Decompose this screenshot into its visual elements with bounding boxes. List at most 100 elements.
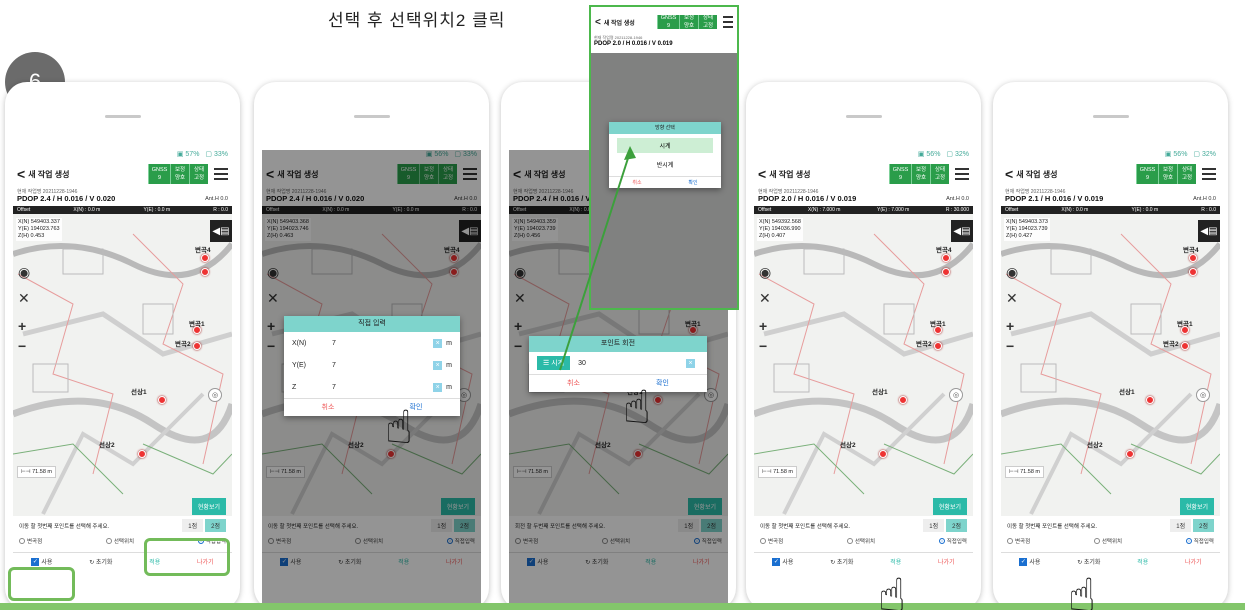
zoom-out-icon[interactable]: − xyxy=(18,338,26,354)
menu-icon[interactable] xyxy=(214,165,228,183)
zoom-in-icon[interactable]: + xyxy=(759,318,767,334)
direction-select[interactable]: ☰ 시계 xyxy=(537,356,571,370)
map-pin[interactable] xyxy=(193,342,201,350)
zoom-out-icon[interactable]: − xyxy=(759,338,767,354)
exit-button[interactable]: 나가기 xyxy=(1185,557,1202,566)
clear-icon[interactable]: × xyxy=(433,338,443,348)
fullscreen-icon[interactable]: ✕ xyxy=(267,290,279,307)
radio-option[interactable]: 선택위치 xyxy=(105,537,134,545)
zoom-in-icon[interactable]: + xyxy=(1006,318,1014,334)
view-status-button[interactable]: 현황보기 xyxy=(191,498,226,515)
exit-button[interactable]: 나가기 xyxy=(938,557,955,566)
layer-panel-button[interactable]: ◀▤ xyxy=(1198,220,1220,242)
locate-icon[interactable]: ◉ xyxy=(514,264,526,281)
view-status-button[interactable]: 현황보기 xyxy=(932,498,967,515)
apply-button[interactable]: 적용 xyxy=(1137,557,1148,566)
view-status-button[interactable]: 현황보기 xyxy=(1179,498,1214,515)
back-icon[interactable]: < xyxy=(17,166,25,182)
radio-option[interactable]: 선택위치 xyxy=(1093,537,1122,545)
reset-button[interactable]: ↻ 초기화 xyxy=(585,557,608,566)
view-status-button[interactable]: 현황보기 xyxy=(440,498,475,515)
tab-point-1[interactable]: 1점 xyxy=(1170,519,1192,532)
tab-point-2[interactable]: 2점 xyxy=(1193,519,1214,532)
compass-icon[interactable]: ◎ xyxy=(1196,388,1210,402)
direction-option-counter[interactable]: 반시계 xyxy=(617,157,713,172)
reset-button[interactable]: ↻ 초기화 xyxy=(338,557,361,566)
tab-point-1[interactable]: 1점 xyxy=(182,519,204,532)
compass-icon[interactable]: ◎ xyxy=(949,388,963,402)
compass-icon[interactable]: ◎ xyxy=(208,388,222,402)
map-pin[interactable] xyxy=(1126,450,1134,458)
use-checkbox[interactable]: ✓ 사용 xyxy=(527,557,548,567)
tab-point-1[interactable]: 1점 xyxy=(431,519,453,532)
menu-icon[interactable] xyxy=(955,165,969,183)
locate-icon[interactable]: ◉ xyxy=(1006,264,1018,281)
coord-input-row[interactable]: Z 7 × m xyxy=(284,376,460,398)
fullscreen-icon[interactable]: ✕ xyxy=(18,290,30,307)
back-icon[interactable]: < xyxy=(266,166,274,182)
map-pin[interactable] xyxy=(942,254,950,262)
locate-icon[interactable]: ◉ xyxy=(759,264,771,281)
map-pin[interactable] xyxy=(158,396,166,404)
ok-button[interactable]: 확인 xyxy=(665,177,721,188)
map-pin[interactable] xyxy=(634,450,642,458)
layer-panel-button[interactable]: ◀▤ xyxy=(951,220,973,242)
layer-panel-button[interactable]: ◀▤ xyxy=(210,220,232,242)
cancel-button[interactable]: 취소 xyxy=(609,177,665,188)
tab-point-2[interactable]: 2점 xyxy=(946,519,967,532)
apply-button[interactable]: 적용 xyxy=(645,557,656,566)
view-status-button[interactable]: 현황보기 xyxy=(687,498,722,515)
tab-point-2[interactable]: 2점 xyxy=(454,519,475,532)
coord-input-row[interactable]: Y(E) 7 × m xyxy=(284,354,460,376)
radio-option[interactable]: 직접입력 xyxy=(693,537,722,545)
map-pin[interactable] xyxy=(201,268,209,276)
radio-option[interactable]: 변곡점 xyxy=(515,537,538,545)
fullscreen-icon[interactable]: ✕ xyxy=(514,290,526,307)
map-pin[interactable] xyxy=(934,342,942,350)
zoom-in-icon[interactable]: + xyxy=(514,318,522,334)
radio-option[interactable]: 선택위치 xyxy=(354,537,383,545)
radio-option[interactable]: 선택위치 xyxy=(601,537,630,545)
reset-button[interactable]: ↻ 초기화 xyxy=(89,557,112,566)
tab-point-2[interactable]: 2점 xyxy=(205,519,226,532)
map-pin[interactable] xyxy=(1189,268,1197,276)
layer-panel-button[interactable]: ◀▤ xyxy=(459,220,481,242)
map-pin[interactable] xyxy=(201,254,209,262)
zoom-in-icon[interactable]: + xyxy=(18,318,26,334)
back-icon[interactable]: < xyxy=(758,166,766,182)
menu-icon[interactable] xyxy=(723,13,733,31)
radio-option[interactable]: 변곡점 xyxy=(268,537,291,545)
zoom-out-icon[interactable]: − xyxy=(514,338,522,354)
reset-button[interactable]: ↻ 초기화 xyxy=(830,557,853,566)
map-pin[interactable] xyxy=(1189,254,1197,262)
radio-option[interactable]: 직접입력 xyxy=(938,537,967,545)
map-pin[interactable] xyxy=(942,268,950,276)
fullscreen-icon[interactable]: ✕ xyxy=(759,290,771,307)
tab-point-2[interactable]: 2점 xyxy=(701,519,722,532)
reset-button[interactable]: ↻ 초기화 xyxy=(1077,557,1100,566)
exit-button[interactable]: 나가기 xyxy=(446,557,463,566)
use-checkbox[interactable]: ✓ 사용 xyxy=(772,557,793,567)
radio-option[interactable]: 변곡점 xyxy=(19,537,42,545)
apply-button[interactable]: 적용 xyxy=(890,557,901,566)
map-pin[interactable] xyxy=(138,450,146,458)
zoom-out-icon[interactable]: − xyxy=(1006,338,1014,354)
direction-option-clockwise[interactable]: 시계 xyxy=(617,138,713,153)
map-view[interactable]: 변곡4 변곡1 변곡2 선상1 선상2 X(N) 549403.337 Y(E) 19402… xyxy=(13,214,232,516)
fullscreen-icon[interactable]: ✕ xyxy=(1006,290,1018,307)
map-view[interactable]: 변곡4 변곡1 변곡2 선상1 선상2 X(N) 549403.373 Y(E) 19402… xyxy=(1001,214,1220,516)
locate-icon[interactable]: ◉ xyxy=(267,264,279,281)
clear-icon[interactable]: × xyxy=(433,360,443,370)
map-pin[interactable] xyxy=(1181,342,1189,350)
exit-button[interactable]: 나가기 xyxy=(693,557,710,566)
use-checkbox[interactable]: ✓ 사용 xyxy=(280,557,301,567)
cancel-button[interactable]: 취소 xyxy=(284,399,372,416)
radio-option[interactable]: 직접입력 xyxy=(1185,537,1214,545)
clear-icon[interactable]: × xyxy=(433,382,443,392)
radio-option[interactable]: 변곡점 xyxy=(1007,537,1030,545)
cancel-button[interactable]: 취소 xyxy=(529,375,618,392)
radio-option[interactable]: 선택위치 xyxy=(846,537,875,545)
use-checkbox[interactable]: ✓ 사용 xyxy=(31,557,52,567)
tab-point-1[interactable]: 1점 xyxy=(923,519,945,532)
clear-icon[interactable]: × xyxy=(686,358,695,368)
